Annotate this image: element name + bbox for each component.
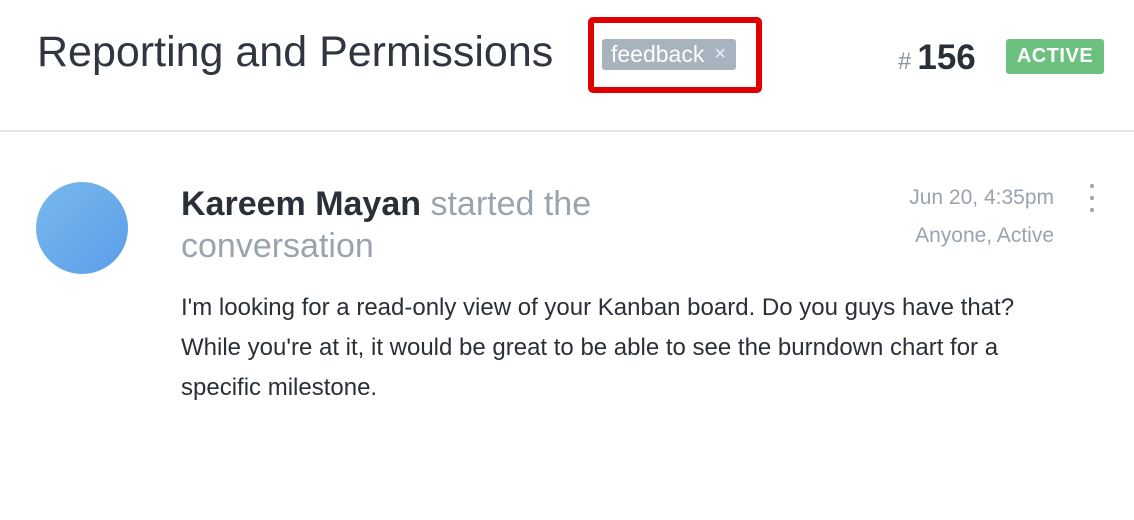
tag-label: feedback: [611, 41, 705, 67]
conversation-page: Reporting and Permissions feedback × # 1…: [0, 0, 1134, 520]
message-timestamp: Jun 20, 4:35pm: [909, 186, 1054, 209]
avatar: [36, 182, 128, 274]
dot: [1090, 196, 1094, 200]
tag-feedback[interactable]: feedback ×: [602, 39, 737, 70]
issue-number-value: 156: [917, 38, 976, 77]
author-name[interactable]: Kareem Mayan: [181, 185, 421, 223]
dot: [1090, 184, 1094, 188]
dot: [1090, 208, 1094, 212]
message-body: I'm looking for a read-only view of your…: [181, 294, 1015, 401]
tag-remove-icon[interactable]: ×: [714, 39, 726, 70]
issue-number: # 156: [898, 38, 976, 78]
status-badge[interactable]: ACTIVE: [1006, 39, 1104, 74]
message-visibility: Anyone, Active: [915, 224, 1054, 247]
message-author-line: Kareem Mayan started the conversation: [181, 183, 651, 267]
page-title: Reporting and Permissions: [37, 28, 554, 76]
hash-icon: #: [898, 48, 912, 75]
conversation-header: Reporting and Permissions feedback × # 1…: [0, 0, 1134, 132]
more-options-icon[interactable]: [1082, 184, 1102, 212]
